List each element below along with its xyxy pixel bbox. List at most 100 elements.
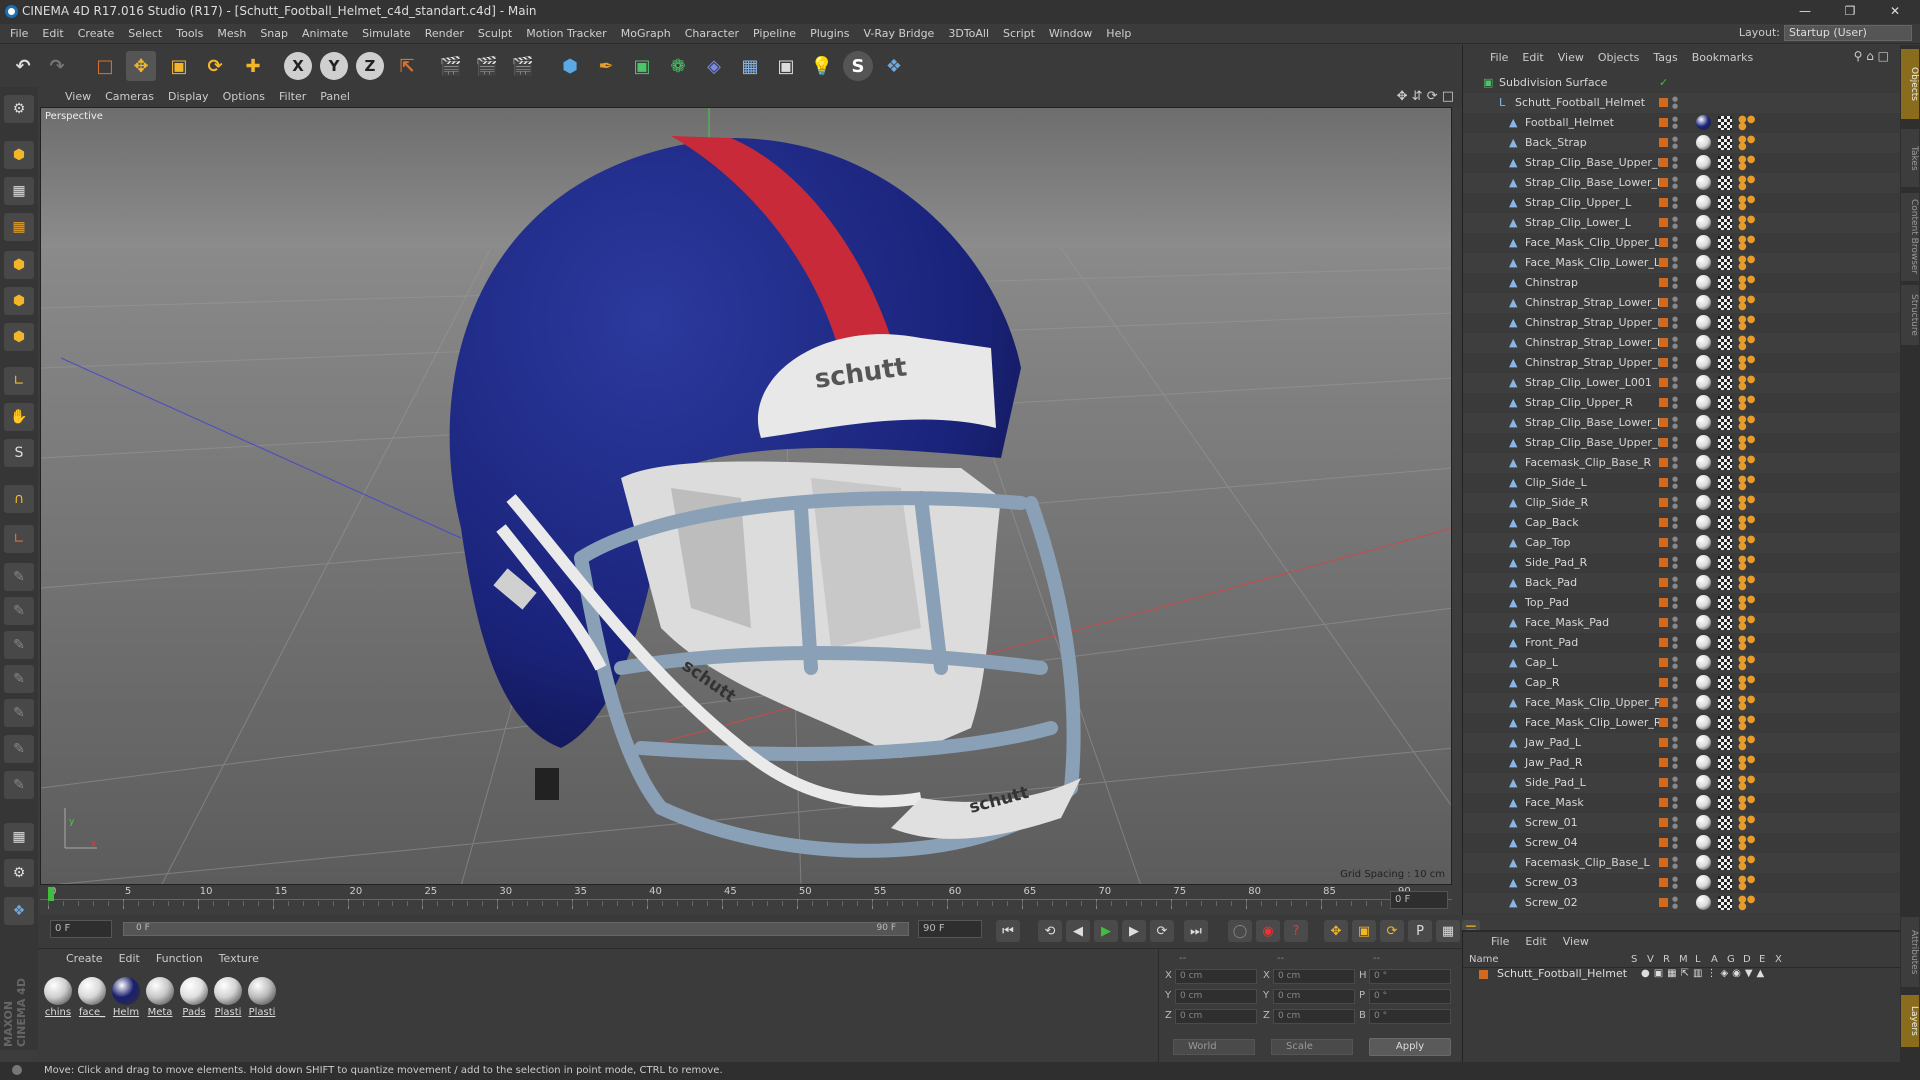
material-item[interactable]: chins <box>42 977 74 1018</box>
visibility-dots[interactable]: ● ● <box>1672 676 1678 690</box>
object-row[interactable]: ▲ Top_Pad ● ● ●● ● <box>1463 593 1901 613</box>
object-menu-tags[interactable]: Tags <box>1646 45 1684 71</box>
layer-color-swatch[interactable] <box>1659 878 1668 887</box>
apply-button[interactable]: Apply <box>1369 1038 1451 1056</box>
python-icon[interactable]: ❖ <box>879 51 909 81</box>
visibility-dots[interactable]: ● ● <box>1672 376 1678 390</box>
layer-color-swatch[interactable] <box>1659 278 1668 287</box>
visibility-dots[interactable]: ● ● <box>1672 96 1678 110</box>
selection-tag-icon[interactable]: ●● ● <box>1738 675 1755 692</box>
texture-tag-icon[interactable] <box>1718 256 1732 270</box>
key-pla-icon[interactable]: ▦ <box>1436 920 1460 942</box>
visibility-dots[interactable]: ● ● <box>1672 156 1678 170</box>
visibility-dots[interactable]: ● ● <box>1672 556 1678 570</box>
object-row[interactable]: ▲ Cap_L ● ● ●● ● <box>1463 653 1901 673</box>
axis-mode-icon[interactable]: ∟ <box>4 367 34 395</box>
selection-tag-icon[interactable]: ●● ● <box>1738 695 1755 712</box>
visibility-dots[interactable]: ● ● <box>1672 416 1678 430</box>
layer-color-swatch[interactable] <box>1659 178 1668 187</box>
selection-tag-icon[interactable]: ●● ● <box>1738 895 1755 912</box>
material-item[interactable]: Plasti <box>246 977 278 1018</box>
side-tab-content-browser[interactable]: Content Browser <box>1901 193 1919 281</box>
layer-menu-view[interactable]: View <box>1555 932 1597 952</box>
visibility-dots[interactable]: ● ● <box>1672 396 1678 410</box>
material-tag-icon[interactable] <box>1696 575 1711 590</box>
object-row[interactable]: ▲ Clip_Side_L ● ● ●● ● <box>1463 473 1901 493</box>
selection-tag-icon[interactable]: ●● ● <box>1738 655 1755 672</box>
menu-plugins[interactable]: Plugins <box>803 24 856 44</box>
visibility-dots[interactable]: ● ● <box>1672 116 1678 130</box>
layer-color-swatch[interactable] <box>1659 778 1668 787</box>
selection-tag-icon[interactable]: ●● ● <box>1738 155 1755 172</box>
object-row[interactable]: ▲ Face_Mask ● ● ●● ● <box>1463 793 1901 813</box>
material-tag-icon[interactable] <box>1696 515 1711 530</box>
object-row[interactable]: ▲ Face_Mask_Clip_Upper_R ● ● ●● ● <box>1463 693 1901 713</box>
texture-tag-icon[interactable] <box>1718 716 1732 730</box>
texture-tag-icon[interactable] <box>1718 536 1732 550</box>
layer-column-header[interactable]: V <box>1647 954 1654 965</box>
maximize-button[interactable]: ❐ <box>1835 2 1865 22</box>
selection-tag-icon[interactable]: ●● ● <box>1738 135 1755 152</box>
object-row[interactable]: ▲ Jaw_Pad_R ● ● ●● ● <box>1463 753 1901 773</box>
texture-tag-icon[interactable] <box>1718 496 1732 510</box>
coord-value-field[interactable]: 0 cm <box>1273 969 1355 984</box>
menu-script[interactable]: Script <box>996 24 1042 44</box>
x-axis-icon[interactable]: X <box>284 52 312 80</box>
sculpt-brush-6-icon[interactable]: ✎ <box>4 735 34 763</box>
menu-character[interactable]: Character <box>678 24 746 44</box>
visibility-dots[interactable]: ● ● <box>1672 176 1678 190</box>
object-menu-file[interactable]: File <box>1483 45 1515 71</box>
close-button[interactable]: ✕ <box>1880 2 1910 22</box>
texture-tag-icon[interactable] <box>1718 236 1732 250</box>
layer-color-swatch[interactable] <box>1659 478 1668 487</box>
visibility-dots[interactable]: ● ● <box>1672 876 1678 890</box>
layer-color-swatch[interactable] <box>1659 718 1668 727</box>
object-row[interactable]: ▲ Chinstrap_Strap_Upper_L ● ● ●● ● <box>1463 313 1901 333</box>
layer-color-swatch[interactable] <box>1659 198 1668 207</box>
selection-tag-icon[interactable]: ●● ● <box>1738 735 1755 752</box>
live-selection-icon[interactable]: □ <box>90 51 120 81</box>
selection-tag-icon[interactable]: ●● ● <box>1738 455 1755 472</box>
scale-tool-icon[interactable]: ▣ <box>164 51 194 81</box>
visibility-dots[interactable]: ● ● <box>1672 656 1678 670</box>
object-row[interactable]: ▲ Strap_Clip_Base_Upper_L ● ● ●● ● <box>1463 153 1901 173</box>
menu-tools[interactable]: Tools <box>169 24 210 44</box>
coord-value-field[interactable]: 0 ° <box>1369 1009 1451 1024</box>
menu-sculpt[interactable]: Sculpt <box>471 24 519 44</box>
texture-tag-icon[interactable] <box>1718 176 1732 190</box>
texture-tag-icon[interactable] <box>1718 316 1732 330</box>
texture-tag-icon[interactable] <box>1718 616 1732 630</box>
material-item[interactable]: Plasti <box>212 977 244 1018</box>
layer-color-swatch[interactable] <box>1659 318 1668 327</box>
material-tag-icon[interactable] <box>1696 795 1711 810</box>
sculpt-brush-3-icon[interactable]: ✎ <box>4 631 34 659</box>
layer-color-swatch[interactable] <box>1659 678 1668 687</box>
layer-color-swatch[interactable] <box>1659 358 1668 367</box>
material-tag-icon[interactable] <box>1696 675 1711 690</box>
material-tag-icon[interactable] <box>1696 655 1711 670</box>
texture-tag-icon[interactable] <box>1718 156 1732 170</box>
texture-tag-icon[interactable] <box>1718 736 1732 750</box>
object-row[interactable]: ▲ Side_Pad_L ● ● ●● ● <box>1463 773 1901 793</box>
redo-icon[interactable]: ↷ <box>42 51 72 81</box>
layer-color-swatch[interactable] <box>1659 498 1668 507</box>
selection-tag-icon[interactable]: ●● ● <box>1738 555 1755 572</box>
layer-color-swatch[interactable] <box>1659 518 1668 527</box>
side-tab-structure[interactable]: Structure <box>1901 285 1919 345</box>
python-tool-icon[interactable]: ❖ <box>4 897 34 925</box>
object-row[interactable]: ▲ Clip_Side_R ● ● ●● ● <box>1463 493 1901 513</box>
record-keys-icon[interactable]: ◯ <box>1228 920 1252 942</box>
visibility-dots[interactable]: ● ● <box>1672 716 1678 730</box>
visibility-dots[interactable]: ● ● <box>1672 616 1678 630</box>
visibility-dots[interactable]: ● ● <box>1672 516 1678 530</box>
texture-tag-icon[interactable] <box>1718 576 1732 590</box>
texture-tag-icon[interactable] <box>1718 696 1732 710</box>
visibility-dots[interactable]: ● ● <box>1672 256 1678 270</box>
visibility-dots[interactable]: ● ● <box>1672 476 1678 490</box>
object-menu-bookmarks[interactable]: Bookmarks <box>1685 45 1760 71</box>
selection-tag-icon[interactable]: ●● ● <box>1738 835 1755 852</box>
selection-tag-icon[interactable]: ●● ● <box>1738 635 1755 652</box>
transform-mode-dropdown[interactable]: Scale <box>1271 1039 1353 1055</box>
timeline[interactable]: 051015202530354045505560657075808590 0 F <box>40 885 1452 915</box>
layer-color-swatch[interactable] <box>1659 138 1668 147</box>
